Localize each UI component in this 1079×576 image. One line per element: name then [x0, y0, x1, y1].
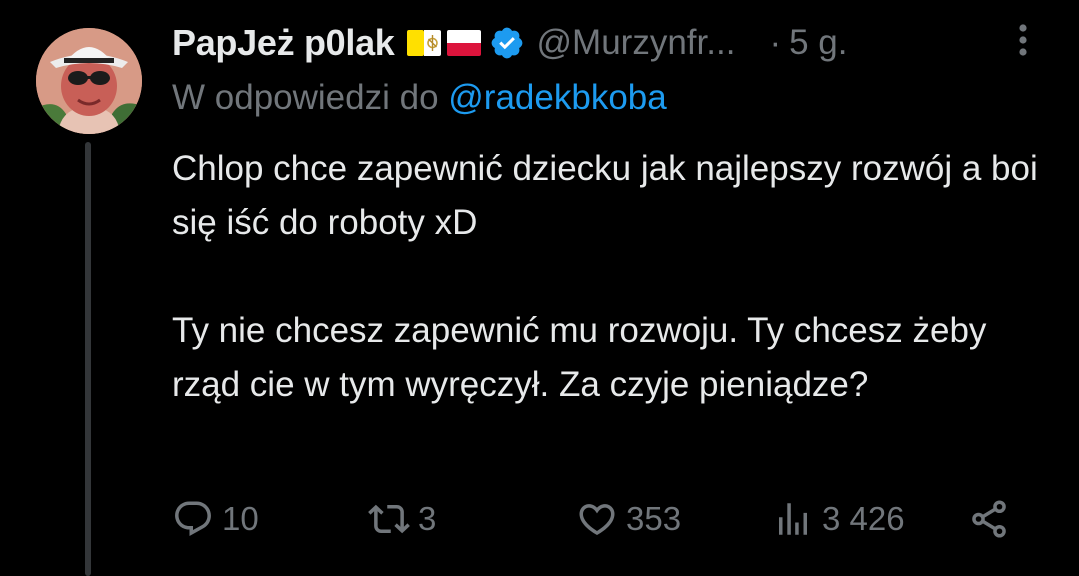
verified-badge-icon[interactable]	[489, 25, 525, 61]
more-options-icon[interactable]	[1008, 20, 1038, 60]
poland-flag-icon	[446, 30, 481, 56]
reply-button[interactable]: 10	[172, 494, 259, 544]
repost-icon	[368, 504, 410, 534]
avatar[interactable]	[36, 28, 142, 134]
tweet-text: Chlop chce zapewnić dziecku jak najlepsz…	[172, 142, 1052, 412]
display-name[interactable]: PapJeż p0lak	[172, 22, 395, 64]
reply-context: W odpowiedzi do @radekbkoba	[172, 78, 667, 118]
like-count: 353	[626, 500, 682, 537]
repost-button[interactable]: 3	[368, 494, 436, 544]
tweet[interactable]: PapJeż p0lak @Murzynfr... · 5 g. W odpow…	[0, 0, 1079, 576]
flag-emojis	[406, 30, 487, 56]
share-button[interactable]	[968, 494, 1018, 544]
like-button[interactable]: 353	[576, 494, 681, 544]
repost-count: 3	[418, 500, 437, 537]
views-button[interactable]: 3 426	[772, 494, 905, 544]
tweet-paragraph: Chlop chce zapewnić dziecku jak najlepsz…	[172, 149, 1038, 242]
author-handle[interactable]: @Murzynfr...	[537, 23, 736, 63]
reply-icon	[175, 501, 211, 536]
views-count: 3 426	[822, 500, 905, 537]
timestamp[interactable]: 5 g.	[789, 23, 847, 63]
thread-line	[85, 142, 91, 576]
action-bar: 10 3 353 3 426	[172, 494, 1022, 544]
reply-count: 10	[222, 500, 259, 537]
share-icon	[972, 500, 1006, 538]
reply-context-prefix: W odpowiedzi do	[172, 78, 439, 117]
tweet-header: PapJeż p0lak @Murzynfr... · 5 g.	[172, 16, 847, 70]
reply-mention-link[interactable]: @radekbkoba	[448, 78, 666, 117]
separator-dot: ·	[769, 23, 782, 62]
views-icon	[779, 503, 807, 535]
heart-icon	[579, 504, 615, 536]
tweet-paragraph: Ty nie chcesz zapewnić mu rozwoju. Ty ch…	[172, 311, 987, 404]
vatican-flag-icon	[406, 30, 441, 56]
